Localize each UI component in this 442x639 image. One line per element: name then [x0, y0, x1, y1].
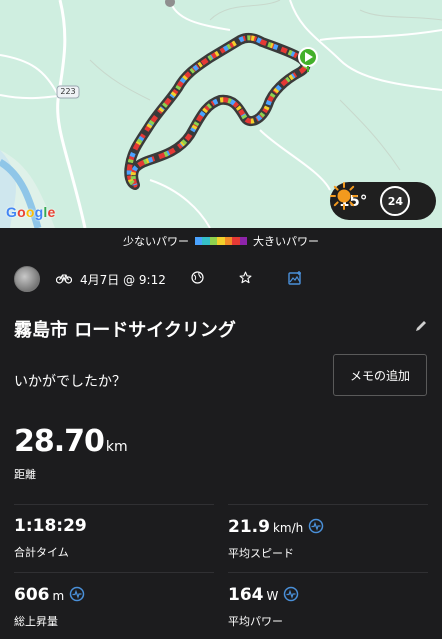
avg-power-stat: 164 W 平均パワー: [228, 584, 299, 629]
google-logo: Google: [6, 204, 56, 220]
add-photo-icon[interactable]: [288, 270, 302, 288]
divider: [14, 504, 214, 505]
avg-speed-unit: km/h: [272, 521, 304, 535]
distance-unit: km: [105, 439, 128, 455]
elevation-value: 606: [14, 585, 50, 605]
avg-speed-stat: 21.9 km/h 平均スピード: [228, 516, 324, 561]
distance-value-row: 28.70 km: [14, 424, 128, 459]
total-time-label: 合計タイム: [14, 546, 69, 559]
avg-speed-value: 21.9: [228, 517, 270, 537]
road-number-label: 223: [60, 87, 76, 96]
activity-date: 4月7日 @ 9:12: [80, 272, 166, 287]
activity-title: 霧島市 ロードサイクリング: [14, 320, 236, 341]
globe-icon[interactable]: [191, 271, 204, 287]
legend-high-label: 大きいパワー: [253, 235, 319, 248]
legend-color-bar: [195, 237, 247, 245]
avg-power-value: 164: [228, 585, 264, 605]
edit-pencil-icon[interactable]: [414, 318, 428, 337]
divider: [228, 572, 428, 573]
total-time-value: 1:18:29: [14, 516, 87, 536]
total-time-stat: 1:18:29 合計タイム: [14, 516, 87, 560]
feedback-question: いかがでしたか？: [14, 374, 126, 390]
elevation-label: 総上昇量: [14, 615, 58, 628]
chart-badge-icon[interactable]: [69, 586, 85, 602]
avg-power-label: 平均パワー: [228, 615, 283, 628]
uv-index-badge: 24: [380, 186, 411, 216]
power-legend: 少ないパワー 大きいパワー: [0, 231, 442, 251]
divider: [228, 504, 428, 505]
elevation-stat: 606 m 総上昇量: [14, 584, 85, 629]
avg-speed-label: 平均スピード: [228, 547, 294, 560]
divider: [14, 572, 214, 573]
distance-label: 距離: [14, 468, 36, 481]
weather-badge[interactable]: 15° 24: [330, 182, 436, 220]
avg-power-unit: W: [266, 589, 279, 603]
add-memo-button[interactable]: メモの追加: [333, 354, 427, 396]
bike-icon: [55, 272, 73, 287]
chart-badge-icon[interactable]: [308, 518, 324, 534]
legend-low-label: 少ないパワー: [123, 235, 189, 248]
star-icon[interactable]: [239, 271, 252, 287]
activity-meta-row: 4月7日 @ 9:12: [14, 265, 428, 293]
chart-badge-icon[interactable]: [283, 586, 299, 602]
distance-value: 28.70: [14, 424, 105, 459]
avatar[interactable]: [14, 266, 40, 292]
route-map[interactable]: 223 Google 15° 24: [0, 0, 442, 228]
elevation-unit: m: [52, 589, 65, 603]
